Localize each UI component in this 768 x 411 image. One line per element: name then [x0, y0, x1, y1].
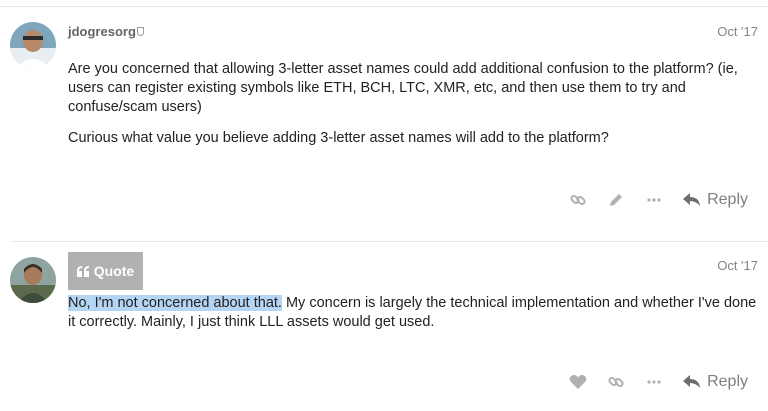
- edit-button[interactable]: [597, 186, 635, 214]
- heart-icon: [569, 375, 587, 389]
- shield-icon: [137, 27, 144, 36]
- reply-label: Reply: [707, 373, 748, 390]
- post-actions: Reply: [559, 186, 748, 214]
- post-actions: Reply: [559, 368, 748, 396]
- post-date[interactable]: Oct '17: [717, 258, 758, 273]
- post-body: Are you concerned that allowing 3-letter…: [68, 60, 758, 160]
- more-button[interactable]: [635, 186, 673, 214]
- more-icon: [647, 380, 661, 384]
- post-paragraph: No, I'm not concerned about that. My con…: [68, 294, 758, 332]
- avatar[interactable]: [10, 22, 56, 68]
- reply-button[interactable]: Reply: [683, 373, 748, 391]
- link-icon: [570, 194, 586, 206]
- post-paragraph: Curious what value you believe adding 3-…: [68, 130, 609, 146]
- share-link-button[interactable]: [597, 368, 635, 396]
- edit-icon: [610, 194, 623, 206]
- reply-label: Reply: [707, 191, 748, 208]
- username[interactable]: jdogresorg: [68, 24, 136, 39]
- quote-label: Quote: [93, 263, 135, 279]
- share-link-button[interactable]: [559, 186, 597, 214]
- quote-icon: [76, 265, 89, 277]
- post-body: No, I'm not concerned about that. My con…: [68, 294, 758, 344]
- link-icon: [608, 376, 624, 388]
- avatar[interactable]: [10, 257, 56, 303]
- more-button[interactable]: [635, 368, 673, 396]
- quote-button[interactable]: Quote: [68, 252, 143, 290]
- reply-icon: [683, 193, 701, 206]
- reply-button[interactable]: Reply: [683, 191, 748, 209]
- more-icon: [647, 198, 661, 202]
- post-paragraph: Are you concerned that allowing 3-letter…: [68, 61, 738, 115]
- reply-icon: [683, 375, 701, 388]
- like-button[interactable]: [559, 368, 597, 396]
- post-date[interactable]: Oct '17: [717, 24, 758, 39]
- selected-text: No, I'm not concerned about that.: [68, 295, 282, 311]
- post-jdogresorg: jdogresorg Oct '17 Are you concerned tha…: [0, 0, 768, 241]
